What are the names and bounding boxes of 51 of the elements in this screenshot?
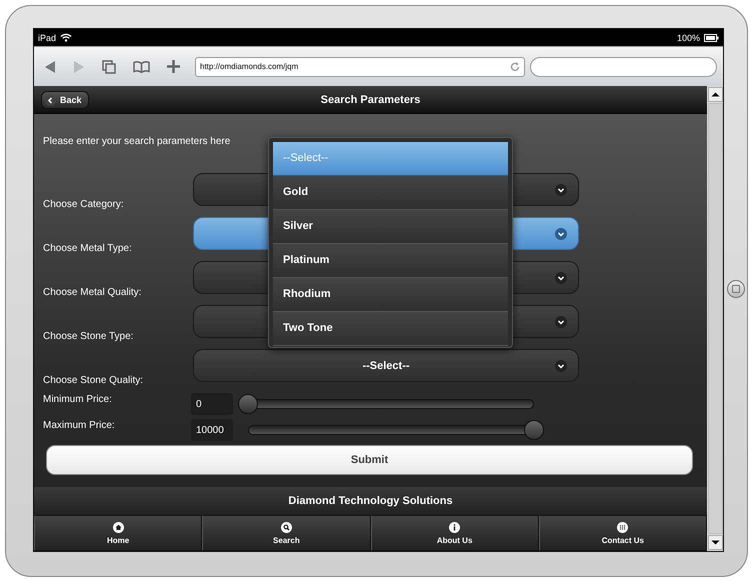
intro-text: Please enter your search parameters here <box>43 136 232 147</box>
wifi-icon <box>60 33 72 42</box>
scroll-up-icon[interactable] <box>708 87 722 102</box>
slider-thumb[interactable] <box>238 394 258 414</box>
back-arrow-icon[interactable] <box>44 60 56 74</box>
nav-tab[interactable]: Contact Us <box>538 515 707 551</box>
chevron-left-icon <box>45 94 56 106</box>
back-button[interactable]: Back <box>41 91 89 109</box>
info-icon <box>449 522 460 532</box>
nav-tab[interactable]: Search <box>202 515 370 551</box>
price-input[interactable]: 0 <box>191 393 233 415</box>
field-label: Choose Category: <box>43 199 125 210</box>
field-label: Choose Metal Quality: <box>43 287 142 298</box>
nav-tab[interactable]: Home <box>34 515 202 551</box>
search-icon <box>280 522 292 532</box>
submit-button[interactable]: Submit <box>46 445 693 475</box>
field-label: Choose Metal Type: <box>43 243 133 254</box>
battery-icon <box>704 34 719 42</box>
chevron-down-icon <box>555 272 567 284</box>
device-name: iPad <box>38 32 56 42</box>
price-label: Minimum Price: <box>43 394 113 405</box>
chevron-down-icon <box>555 360 567 372</box>
reload-icon[interactable] <box>510 62 520 72</box>
dropdown-option[interactable]: Silver <box>273 210 508 244</box>
grid-icon <box>617 522 628 532</box>
pages-icon[interactable] <box>102 60 116 74</box>
plus-icon[interactable] <box>167 60 180 73</box>
select-menu[interactable]: --Select-- <box>193 349 579 382</box>
battery-percent: 100% <box>676 32 700 42</box>
home-button[interactable] <box>726 280 744 298</box>
url-text: http://omdiamonds.com/jqm <box>200 62 298 71</box>
home-icon <box>112 522 124 532</box>
book-icon[interactable] <box>133 60 150 72</box>
address-field[interactable]: http://omdiamonds.com/jqm <box>195 56 525 76</box>
search-field[interactable] <box>530 56 717 76</box>
scroll-down-icon[interactable] <box>708 535 722 550</box>
field-label: Choose Stone Quality: <box>43 375 144 386</box>
slider-thumb[interactable] <box>524 420 544 440</box>
chevron-down-icon <box>555 228 567 240</box>
dropdown-option[interactable]: Gold <box>273 176 508 210</box>
nav-tab[interactable]: About Us <box>370 515 539 551</box>
chevron-down-icon <box>555 316 567 328</box>
dropdown-option[interactable]: Rhodium <box>273 278 508 312</box>
price-input[interactable]: 10000 <box>191 419 233 441</box>
dropdown-option[interactable]: Platinum <box>273 244 508 278</box>
dropdown-option[interactable]: Two Tone <box>273 312 508 346</box>
chevron-down-icon <box>555 184 567 196</box>
page-title: Search Parameters <box>320 94 420 106</box>
field-label: Choose Stone Type: <box>43 331 134 342</box>
footer-title: Diamond Technology Solutions <box>34 487 707 515</box>
price-label: Maximum Price: <box>43 420 116 431</box>
